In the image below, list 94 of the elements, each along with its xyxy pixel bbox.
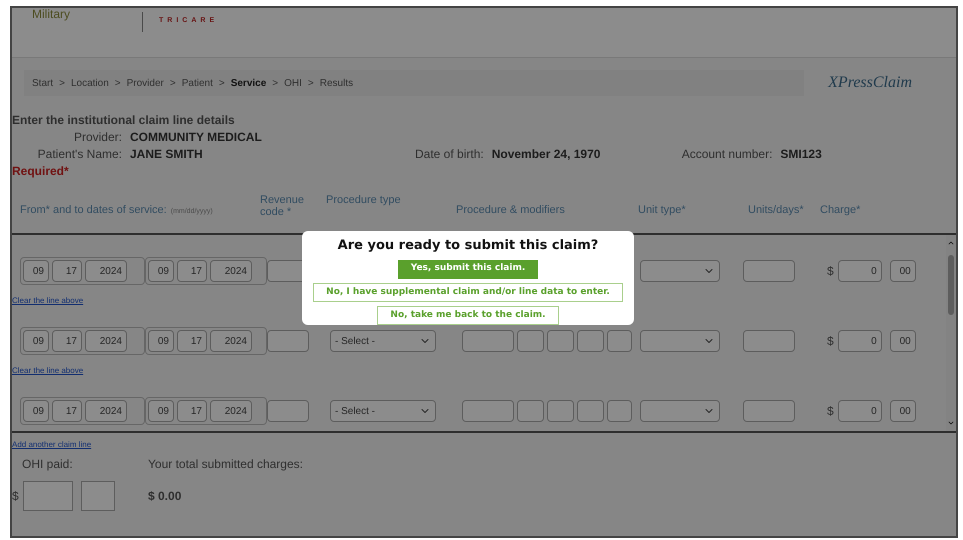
text-field[interactable]: 0 bbox=[838, 260, 882, 282]
dialog-title: Are you ready to submit this claim? bbox=[338, 237, 598, 255]
breadcrumb-item[interactable]: Start bbox=[32, 76, 54, 90]
brand-logo: XPressClaim bbox=[828, 73, 912, 93]
text-field[interactable]: 0 bbox=[838, 400, 882, 422]
breadcrumb-separator: > bbox=[170, 76, 176, 90]
text-field[interactable] bbox=[743, 260, 795, 282]
text-field[interactable]: 2024 bbox=[210, 330, 252, 352]
text-field[interactable]: 0 bbox=[838, 330, 882, 352]
column-header: Revenue code * bbox=[260, 194, 306, 218]
text-field[interactable] bbox=[462, 330, 514, 352]
column-header: Unit type* bbox=[638, 203, 687, 218]
currency-symbol: $ bbox=[827, 403, 834, 420]
text-field[interactable] bbox=[517, 400, 544, 422]
breadcrumb-item[interactable]: Provider bbox=[126, 76, 164, 90]
text-field[interactable]: 17 bbox=[177, 400, 207, 422]
breadcrumb-item[interactable]: Service bbox=[230, 76, 266, 90]
column-header: Charge* bbox=[820, 203, 860, 218]
text-field[interactable] bbox=[547, 400, 574, 422]
text-field[interactable]: 00 bbox=[890, 400, 916, 422]
header-text: Military bbox=[32, 8, 71, 20]
dialog-button[interactable]: No, I have supplemental claim and/or line data to enter. bbox=[313, 282, 623, 302]
scroll-up-icon[interactable] bbox=[947, 239, 955, 247]
text-field[interactable] bbox=[267, 400, 309, 422]
text-field[interactable]: 09 bbox=[23, 330, 49, 352]
date-of-birth: November 24, 1970 bbox=[492, 146, 602, 163]
breadcrumb-item[interactable]: Patient bbox=[182, 76, 213, 90]
section-heading: Enter the institutional claim line details bbox=[12, 112, 236, 129]
text-field[interactable]: 00 bbox=[890, 260, 916, 282]
text-field[interactable] bbox=[577, 400, 604, 422]
text-field[interactable] bbox=[462, 400, 514, 422]
dropdown[interactable] bbox=[640, 330, 720, 352]
text-field[interactable]: 17 bbox=[52, 400, 82, 422]
text-field[interactable] bbox=[607, 400, 632, 422]
column-header: Procedure type bbox=[326, 194, 402, 206]
text-field[interactable] bbox=[267, 330, 309, 352]
breadcrumb-separator: > bbox=[59, 76, 65, 90]
breadcrumb-separator: > bbox=[308, 76, 314, 90]
ohi-cents-field[interactable] bbox=[80, 481, 115, 511]
provider-name: COMMUNITY MEDICAL bbox=[130, 129, 262, 146]
text-field[interactable] bbox=[577, 330, 604, 352]
breadcrumb-item[interactable]: Location bbox=[70, 76, 109, 90]
currency-symbol: $ bbox=[827, 333, 834, 350]
breadcrumb-separator: > bbox=[218, 76, 225, 90]
text-field[interactable]: 2024 bbox=[85, 400, 127, 422]
scroll-down-icon[interactable] bbox=[947, 419, 955, 427]
text-field[interactable]: 2024 bbox=[85, 330, 127, 352]
dialog-button[interactable]: Yes, submit this claim. bbox=[398, 260, 538, 279]
text-field[interactable] bbox=[743, 400, 795, 422]
text-field[interactable]: 17 bbox=[177, 330, 207, 352]
text-field[interactable] bbox=[743, 330, 795, 352]
field-label: Patient's Name: bbox=[36, 146, 122, 163]
currency-symbol: $ bbox=[827, 263, 834, 280]
dropdown[interactable] bbox=[640, 260, 720, 282]
field-label: Provider: bbox=[72, 129, 122, 146]
breadcrumb-item[interactable]: Results bbox=[320, 76, 354, 90]
text-field[interactable]: 17 bbox=[52, 260, 82, 282]
currency-symbol: $ bbox=[12, 488, 19, 505]
text-field[interactable]: 17 bbox=[52, 330, 82, 352]
text-field[interactable]: 17 bbox=[177, 260, 207, 282]
dropdown[interactable] bbox=[640, 400, 720, 422]
ohi-dollars-field[interactable] bbox=[22, 481, 73, 511]
text-field[interactable]: 2024 bbox=[210, 260, 252, 282]
column-header: Units/days* bbox=[748, 203, 805, 218]
breadcrumb-separator: > bbox=[272, 76, 278, 90]
breadcrumb-separator: > bbox=[114, 76, 121, 90]
clear-line-link[interactable]: Clear the line above bbox=[12, 365, 84, 377]
text-field[interactable] bbox=[607, 330, 632, 352]
add-claim-line-link[interactable]: Add another claim line bbox=[12, 439, 92, 451]
text-field[interactable]: 09 bbox=[23, 400, 49, 422]
required-note: Required* bbox=[12, 163, 70, 180]
text-field[interactable]: 00 bbox=[890, 330, 916, 352]
text-field[interactable]: 09 bbox=[148, 330, 174, 352]
total-label: Your total submitted charges: bbox=[148, 456, 303, 473]
clear-line-link[interactable]: Clear the line above bbox=[12, 295, 84, 307]
dropdown[interactable]: - Select - bbox=[330, 330, 436, 352]
dropdown[interactable]: - Select - bbox=[330, 400, 436, 422]
text-field[interactable]: 09 bbox=[148, 400, 174, 422]
text-field[interactable]: 09 bbox=[148, 260, 174, 282]
column-header: Procedure & modifiers bbox=[456, 203, 566, 218]
ohi-paid-label: OHI paid: bbox=[22, 456, 74, 473]
total-amount: $ 0.00 bbox=[148, 488, 182, 505]
account-number: SMI123 bbox=[780, 146, 822, 163]
text-field[interactable] bbox=[517, 330, 544, 352]
patient-name: JANE SMITH bbox=[130, 146, 204, 163]
text-field[interactable]: 09 bbox=[23, 260, 49, 282]
text-field[interactable]: 2024 bbox=[210, 400, 252, 422]
dialog-button[interactable]: No, take me back to the claim. bbox=[377, 306, 559, 326]
text-field[interactable] bbox=[547, 330, 574, 352]
column-header: From* and to dates of service: bbox=[20, 203, 167, 218]
field-label: Account number: bbox=[682, 146, 772, 163]
breadcrumb-item[interactable]: OHI bbox=[284, 76, 302, 90]
field-label: Date of birth: bbox=[415, 146, 484, 163]
text-field[interactable]: 2024 bbox=[85, 260, 127, 282]
